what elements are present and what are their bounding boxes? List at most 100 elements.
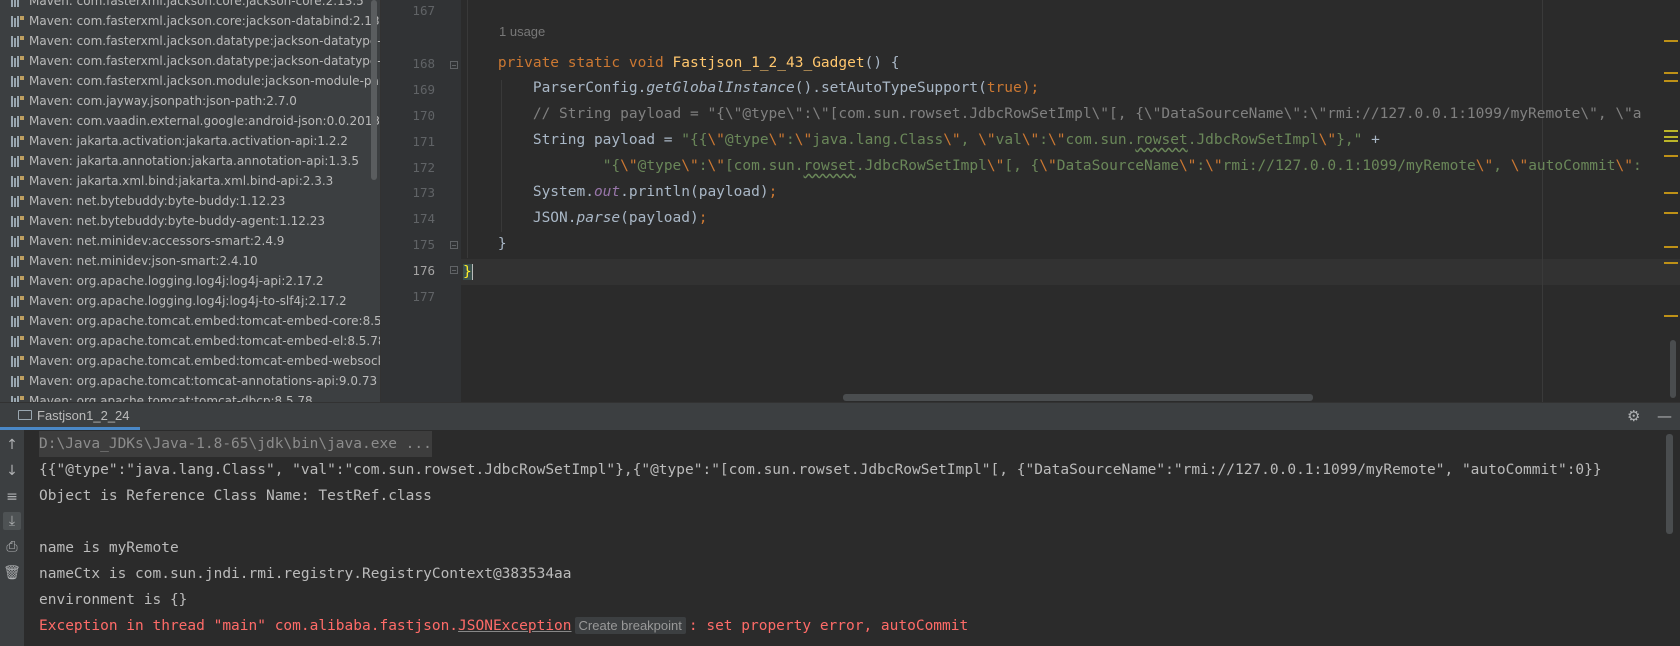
escape-token: \"	[1178, 158, 1197, 174]
escape-token: \"	[1510, 158, 1529, 174]
library-icon	[11, 15, 24, 27]
string-token: ,	[1493, 158, 1511, 174]
library-item[interactable]: Maven: com.fasterxml.jackson.module:jack…	[0, 71, 380, 91]
library-item[interactable]: Maven: net.bytebuddy:byte-buddy-agent:1.…	[0, 211, 380, 231]
library-icon	[11, 335, 24, 347]
line-number[interactable]: 176	[381, 258, 435, 284]
error-stripe-mark[interactable]	[1664, 192, 1678, 194]
line-number[interactable]: 174	[381, 206, 435, 232]
library-label: Maven: org.apache.logging.log4j:log4j-ap…	[29, 274, 324, 288]
line-number[interactable]: 169	[381, 77, 435, 103]
string-token: @type	[637, 158, 682, 174]
library-item[interactable]: Maven: org.apache.logging.log4j:log4j-to…	[0, 291, 380, 311]
console-scrollbar[interactable]	[1666, 434, 1673, 534]
library-label: Maven: com.fasterxml.jackson.core:jackso…	[29, 14, 380, 28]
project-panel-scrollbar[interactable]	[371, 0, 377, 180]
error-stripe-mark[interactable]	[1664, 155, 1678, 157]
library-item[interactable]: Maven: com.fasterxml.jackson.core:jackso…	[0, 0, 380, 11]
escape-token: \"	[1318, 132, 1337, 148]
escape-token: \"	[707, 158, 725, 174]
exception-link[interactable]: JSONException	[458, 618, 572, 634]
library-item[interactable]: Maven: org.apache.tomcat.embed:tomcat-em…	[0, 331, 380, 351]
trash-icon[interactable]: 🗑	[3, 564, 21, 582]
library-icon	[11, 295, 24, 307]
editor-horizontal-scrollbar[interactable]	[843, 394, 1313, 401]
console-line: {{"@type":"java.lang.Class", "val":"com.…	[39, 462, 1602, 478]
create-breakpoint-hint[interactable]: Create breakpoint	[574, 617, 686, 634]
arrow-down-icon[interactable]: ↓	[3, 462, 21, 480]
library-item[interactable]: Maven: com.jayway.jsonpath:json-path:2.7…	[0, 91, 380, 111]
fold-marker-icon[interactable]	[450, 266, 458, 274]
fold-marker-icon[interactable]	[450, 241, 458, 249]
code-token: ().setAutoTypeSupport(	[794, 80, 987, 96]
library-item[interactable]: Maven: jakarta.activation:jakarta.activa…	[0, 131, 380, 151]
line-number[interactable]: 175	[381, 232, 435, 258]
minimize-icon[interactable]: —	[1657, 409, 1672, 424]
matched-brace: }	[463, 264, 473, 280]
editor-vertical-scrollbar[interactable]	[1670, 340, 1676, 398]
code-token: String payload =	[532, 132, 682, 148]
line-number[interactable]: 172	[381, 155, 435, 181]
code-editor[interactable]: 167 168 169 170 171 172 173 174 175 176 177 1 usag…	[381, 0, 1680, 402]
console-command-line[interactable]: D:\Java_JDKs\Java-1.8-65\jdk\bin\java.ex…	[39, 431, 432, 457]
library-item[interactable]: Maven: org.apache.tomcat:tomcat-dbcp:8.5…	[0, 391, 380, 402]
error-stripe-mark[interactable]	[1664, 72, 1678, 74]
print-icon[interactable]: ⎙	[3, 538, 21, 556]
escape-token: \"	[1048, 132, 1066, 148]
library-item[interactable]: Maven: net.minidev:accessors-smart:2.4.9	[0, 231, 380, 251]
library-icon	[11, 315, 24, 327]
console-output[interactable]: D:\Java_JDKs\Java-1.8-65\jdk\bin\java.ex…	[24, 430, 1680, 646]
library-icon	[11, 215, 24, 227]
error-stripe-mark[interactable]	[1664, 262, 1678, 264]
error-stripe-mark[interactable]	[1664, 315, 1678, 317]
fold-marker-icon[interactable]	[450, 61, 458, 69]
library-item[interactable]: Maven: net.bytebuddy:byte-buddy:1.12.23	[0, 191, 380, 211]
library-item[interactable]: Maven: com.fasterxml.jackson.core:jackso…	[0, 11, 380, 31]
string-token: .JdbcRowSetImpl	[855, 158, 987, 174]
error-stripe-mark[interactable]	[1664, 140, 1678, 142]
library-item[interactable]: Maven: org.apache.tomcat.embed:tomcat-em…	[0, 311, 380, 331]
line-number[interactable]: 168	[381, 51, 435, 77]
gear-icon[interactable]: ⚙	[1627, 409, 1640, 424]
library-item[interactable]: Maven: jakarta.annotation:jakarta.annota…	[0, 151, 380, 171]
library-item[interactable]: Maven: org.apache.tomcat.embed:tomcat-em…	[0, 351, 380, 371]
escape-token: \"	[794, 132, 813, 148]
run-tab[interactable]: Fastjson1_2_24	[0, 403, 140, 430]
library-item[interactable]: Maven: jakarta.xml.bind:jakarta.xml.bind…	[0, 171, 380, 191]
line-number[interactable]: 167	[381, 0, 435, 24]
string-token: "{	[602, 158, 621, 174]
code-token: () {	[864, 55, 900, 71]
library-label: Maven: org.apache.logging.log4j:log4j-to…	[29, 294, 347, 308]
code-line-176: }	[463, 259, 473, 285]
line-number[interactable]: 171	[381, 129, 435, 155]
library-item[interactable]: Maven: org.apache.tomcat:tomcat-annotati…	[0, 371, 380, 391]
escape-token: \"	[978, 132, 996, 148]
line-number[interactable]: 173	[381, 180, 435, 206]
scroll-to-end-icon[interactable]: ⤓	[3, 512, 21, 530]
library-item[interactable]: Maven: org.apache.logging.log4j:log4j-ap…	[0, 271, 380, 291]
escape-token: \"	[943, 132, 961, 148]
error-stripe-mark[interactable]	[1664, 246, 1678, 248]
library-item[interactable]: Maven: com.vaadin.external.google:androi…	[0, 111, 380, 131]
usage-hint[interactable]: 1 usage	[499, 24, 545, 39]
method-name: Fastjson_1_2_43_Gadget	[672, 55, 865, 71]
library-item[interactable]: Maven: com.fasterxml.jackson.datatype:ja…	[0, 31, 380, 51]
string-token: :	[1632, 158, 1642, 174]
library-item[interactable]: Maven: net.minidev:json-smart:2.4.10	[0, 251, 380, 271]
soft-wrap-icon[interactable]: ≡	[3, 488, 21, 506]
library-label: Maven: com.fasterxml.jackson.datatype:ja…	[29, 54, 380, 68]
error-stripe-mark[interactable]	[1664, 212, 1678, 214]
error-stripe-mark[interactable]	[1664, 80, 1678, 82]
right-margin-guide	[1542, 0, 1543, 402]
line-number[interactable]: 170	[381, 103, 435, 129]
library-icon	[11, 375, 24, 387]
escape-token: \"	[1205, 158, 1223, 174]
line-number[interactable]: 177	[381, 284, 435, 310]
error-stripe-mark[interactable]	[1664, 136, 1678, 138]
arrow-up-icon[interactable]: ↑	[3, 436, 21, 454]
code-line-175: }	[463, 231, 507, 257]
library-item[interactable]: Maven: com.fasterxml.jackson.datatype:ja…	[0, 51, 380, 71]
library-label: Maven: org.apache.tomcat:tomcat-annotati…	[29, 374, 378, 388]
error-stripe-mark[interactable]	[1664, 130, 1678, 132]
error-stripe-mark[interactable]	[1664, 40, 1678, 42]
